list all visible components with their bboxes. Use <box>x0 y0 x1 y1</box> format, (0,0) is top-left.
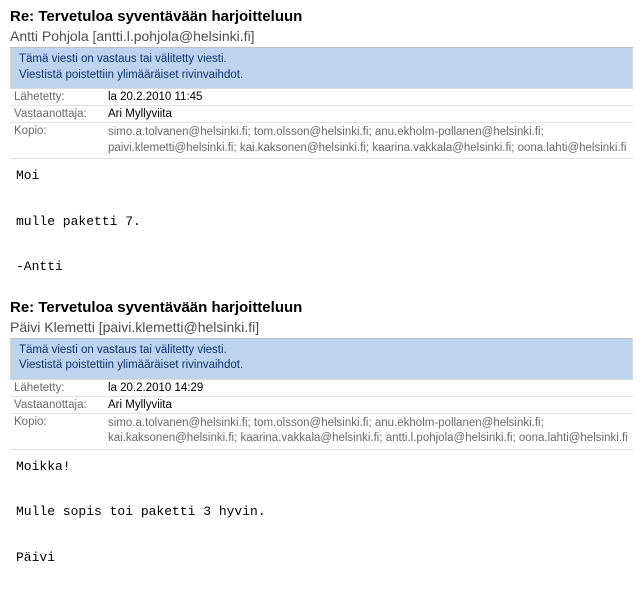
notice-line: Viestistä poistettiin ylimääräiset rivin… <box>19 358 624 374</box>
notice-line: Tämä viesti on vastaus tai välitetty vie… <box>19 343 624 359</box>
sent-label: Lähetetty: <box>10 89 104 106</box>
notice-line: Viestistä poistettiin ylimääräiset rivin… <box>19 68 624 84</box>
email-message-2: Re: Tervetuloa syventävään harjoitteluun… <box>10 299 633 572</box>
email-body: Moikka! Mulle sopis toi paketti 3 hyvin.… <box>10 450 633 572</box>
email-notice: Tämä viesti on vastaus tai välitetty vie… <box>10 339 633 380</box>
email-body: Moi mulle paketti 7. -Antti <box>10 159 633 281</box>
to-value: Ari Myllyviita <box>104 396 633 413</box>
email-sender: Päivi Klemetti [paivi.klemetti@helsinki.… <box>10 318 633 339</box>
email-meta: Lähetetty: la 20.2.2010 11:45 Vastaanott… <box>10 89 633 159</box>
email-meta: Lähetetty: la 20.2.2010 14:29 Vastaanott… <box>10 380 633 450</box>
notice-line: Tämä viesti on vastaus tai välitetty vie… <box>19 52 624 68</box>
email-sender: Antti Pohjola [antti.l.pohjola@helsinki.… <box>10 27 633 48</box>
to-label: Vastaanottaja: <box>10 106 104 123</box>
to-label: Vastaanottaja: <box>10 396 104 413</box>
email-subject: Re: Tervetuloa syventävään harjoitteluun <box>10 299 633 316</box>
cc-value: simo.a.tolvanen@helsinki.fi; tom.olsson@… <box>104 413 633 449</box>
email-subject: Re: Tervetuloa syventävään harjoitteluun <box>10 8 633 25</box>
email-message-1: Re: Tervetuloa syventävään harjoitteluun… <box>10 8 633 281</box>
sent-value: la 20.2.2010 14:29 <box>104 380 633 397</box>
sent-value: la 20.2.2010 11:45 <box>104 89 633 106</box>
cc-value: simo.a.tolvanen@helsinki.fi; tom.olsson@… <box>104 123 633 159</box>
to-value: Ari Myllyviita <box>104 106 633 123</box>
cc-label: Kopio: <box>10 123 104 159</box>
sent-label: Lähetetty: <box>10 380 104 397</box>
cc-label: Kopio: <box>10 413 104 449</box>
email-notice: Tämä viesti on vastaus tai välitetty vie… <box>10 48 633 89</box>
